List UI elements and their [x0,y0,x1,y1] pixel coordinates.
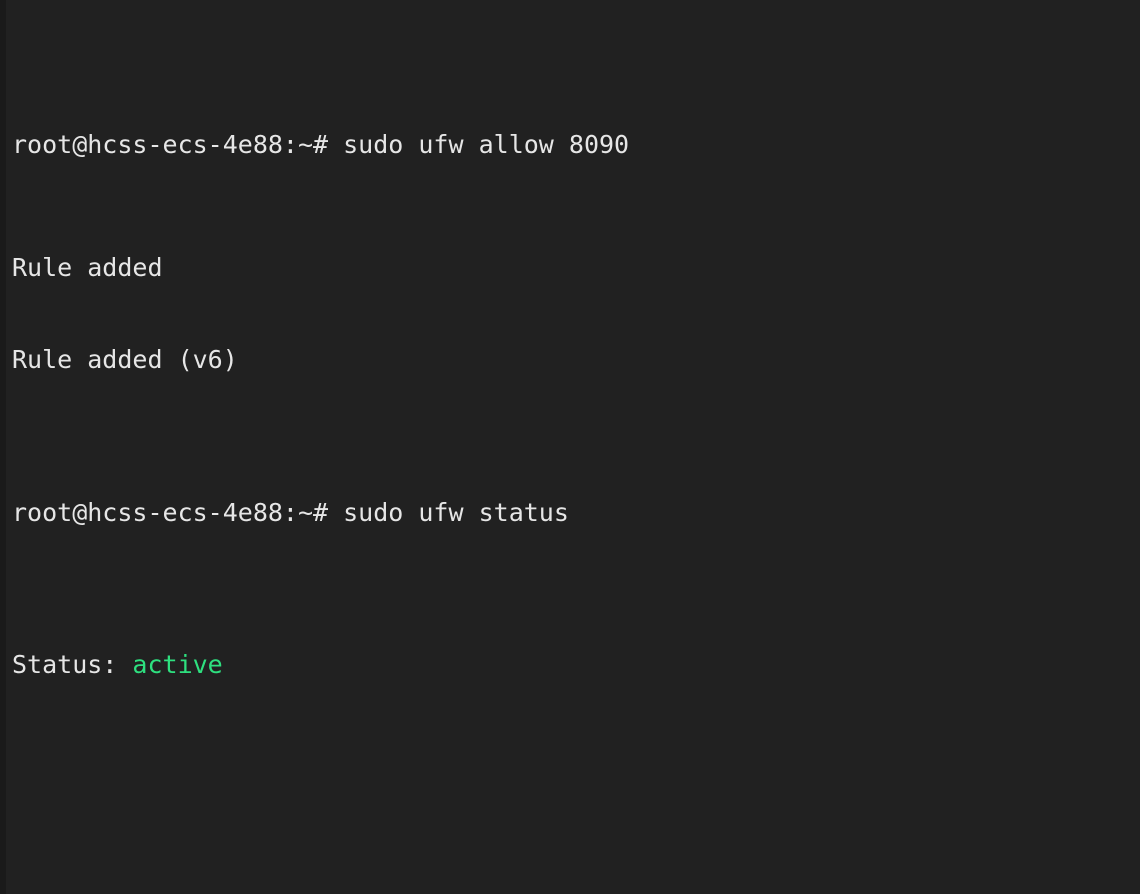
status-value: active [132,650,223,680]
command-text-2: sudo ufw status [328,497,569,527]
command-line-1: root@hcss-ecs-4e88:~# sudo ufw allow 809… [12,130,1140,161]
terminal-screen[interactable]: root@hcss-ecs-4e88:~# sudo ufw allow 809… [0,0,1140,894]
command-text-1: sudo ufw allow 8090 [328,130,630,160]
status-line: Status: active [12,650,1140,681]
status-label: Status: [12,650,118,680]
output-line-rule-added: Rule added [12,252,163,282]
shell-prompt-1: root@hcss-ecs-4e88:~# [12,130,329,160]
command-line-2: root@hcss-ecs-4e88:~# sudo ufw status [12,498,1140,529]
shell-prompt-2: root@hcss-ecs-4e88:~# [12,497,329,527]
output-line-rule-added-v6: Rule added (v6) [12,344,238,374]
status-spacer [117,650,132,679]
terminal-window[interactable]: root@hcss-ecs-4e88:~# sudo ufw allow 809… [0,0,1140,894]
